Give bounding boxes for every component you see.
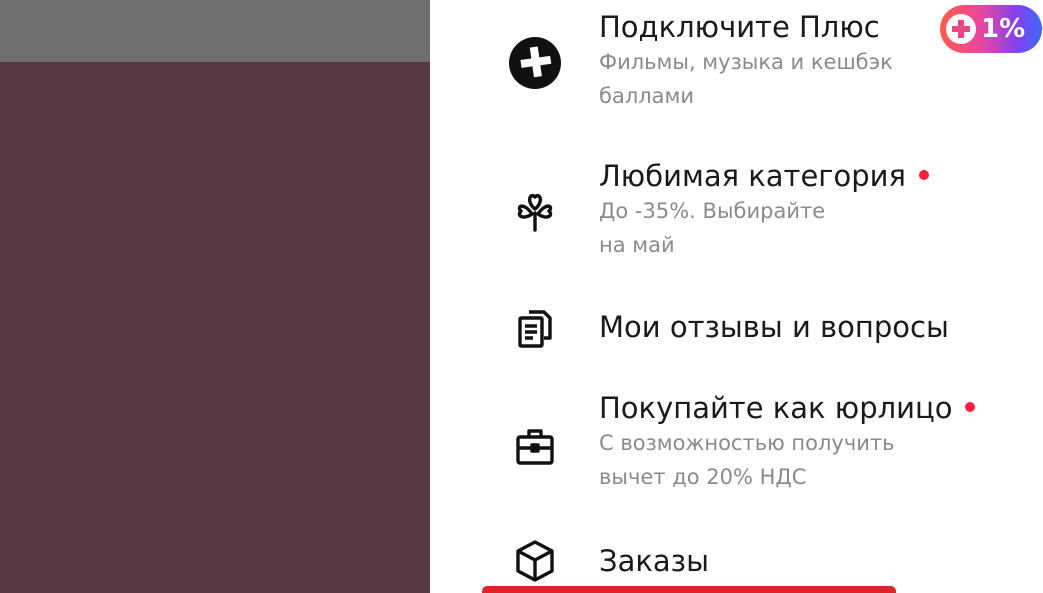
menu-item-subtitle: вычет до 20% НДС — [599, 465, 807, 489]
menu-item-subtitle: С возможностью получить — [599, 431, 895, 455]
bottom-action-bar[interactable] — [482, 586, 896, 593]
hearts-clover-icon — [508, 183, 562, 237]
page-backdrop[interactable] — [0, 0, 430, 593]
menu-item-title-row: Покупайте как юрлицо — [599, 390, 1023, 426]
documents-icon — [508, 300, 562, 354]
menu-item-title-row: Любимая категория — [599, 158, 1023, 194]
plus-badge-icon — [946, 14, 976, 44]
cashback-percent: 1% — [981, 14, 1026, 44]
cashback-badge[interactable]: 1% — [940, 5, 1042, 53]
menu-item-title: Любимая категория — [599, 159, 906, 193]
backdrop-header — [0, 0, 430, 62]
menu-item-title: Мои отзывы и вопросы — [599, 310, 949, 344]
briefcase-icon — [508, 419, 562, 473]
menu-item-title: Заказы — [599, 544, 709, 578]
menu-item-subtitle: До -35%. Выбирайте — [599, 199, 826, 223]
menu-item-title: Покупайте как юрлицо — [599, 391, 953, 425]
menu-item-subtitle: на май — [599, 233, 675, 257]
menu-item-orders[interactable]: Заказы — [430, 534, 1043, 589]
notification-dot — [918, 170, 929, 180]
menu-item-favorite-category[interactable]: Любимая категория До -35%. Выбирайте на … — [430, 155, 1043, 275]
plus-logo-icon — [508, 36, 562, 90]
box-icon — [508, 534, 562, 588]
menu-item-reviews[interactable]: Мои отзывы и вопросы — [430, 300, 1043, 360]
menu-item-plus[interactable]: Подключите Плюс Фильмы, музыка и кешбэк … — [430, 0, 1043, 130]
notification-dot — [965, 402, 976, 412]
menu-item-business[interactable]: Покупайте как юрлицо С возможностью полу… — [430, 387, 1043, 507]
menu-item-subtitle: баллами — [599, 84, 695, 108]
profile-menu-panel: Подключите Плюс Фильмы, музыка и кешбэк … — [430, 0, 1043, 593]
